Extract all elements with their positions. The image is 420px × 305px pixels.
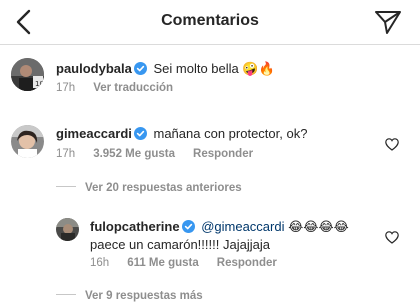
comment-meta: 16h 611 Me gusta Responder [90,257,295,269]
comment-emojis: 😂😂😂😂 [288,220,349,235]
view-previous-replies[interactable]: Ver 20 respuestas anteriores [56,182,242,194]
svg-text:10: 10 [35,80,44,88]
username[interactable]: paulodybala [56,61,132,76]
username[interactable]: fulopcatherine [90,219,180,234]
verified-badge-icon [133,62,147,75]
comment-time: 16h [90,257,110,269]
view-more-replies-label: Ver 9 respuestas más [85,290,203,302]
reply-line: fulopcatherine @gimeaccardi 😂😂😂😂 [90,219,349,235]
comment-meta: 17h 3.952 Me gusta Responder [56,148,271,160]
avatar[interactable]: 10 [11,58,44,91]
verified-badge-icon [181,220,195,233]
view-previous-replies-label: Ver 20 respuestas anteriores [85,182,242,194]
reply-button[interactable]: Responder [193,148,253,160]
view-more-replies[interactable]: Ver 9 respuestas más [56,290,203,302]
verified-badge-icon [133,127,147,140]
username[interactable]: gimeaccardi [56,126,132,141]
header-divider [0,44,420,45]
comment-emojis: 🤪🔥 [242,62,275,77]
comment-meta: 17h Ver traducción [56,82,191,94]
comment-time: 17h [56,82,76,94]
mention-link[interactable]: @gimeaccardi [201,219,284,234]
likes-count[interactable]: 611 Me gusta [127,257,199,269]
likes-count[interactable]: 3.952 Me gusta [93,148,175,160]
comment-line: paulodybala Sei molto bella 🤪🔥 [56,61,275,77]
reply-button[interactable]: Responder [217,257,277,269]
avatar[interactable] [11,125,44,158]
page-title: Comentarios [161,12,259,29]
comment-line: gimeaccardi mañana con protector, ok? [56,126,307,141]
avatar[interactable] [56,218,79,241]
comment-text: mañana con protector, ok? [153,126,308,141]
heart-icon[interactable] [385,231,399,244]
replies-divider-line [56,186,76,187]
translate-link[interactable]: Ver traducción [93,82,173,94]
heart-icon[interactable] [385,138,399,151]
comment-text: Sei molto bella [153,61,239,76]
header-bar: Comentarios [0,0,420,44]
comment-time: 17h [56,148,76,160]
replies-divider-line [56,294,76,295]
paper-plane-icon[interactable] [374,9,402,35]
reply-text: paece un camarón!!!!!! Jajajjaja [90,237,270,252]
